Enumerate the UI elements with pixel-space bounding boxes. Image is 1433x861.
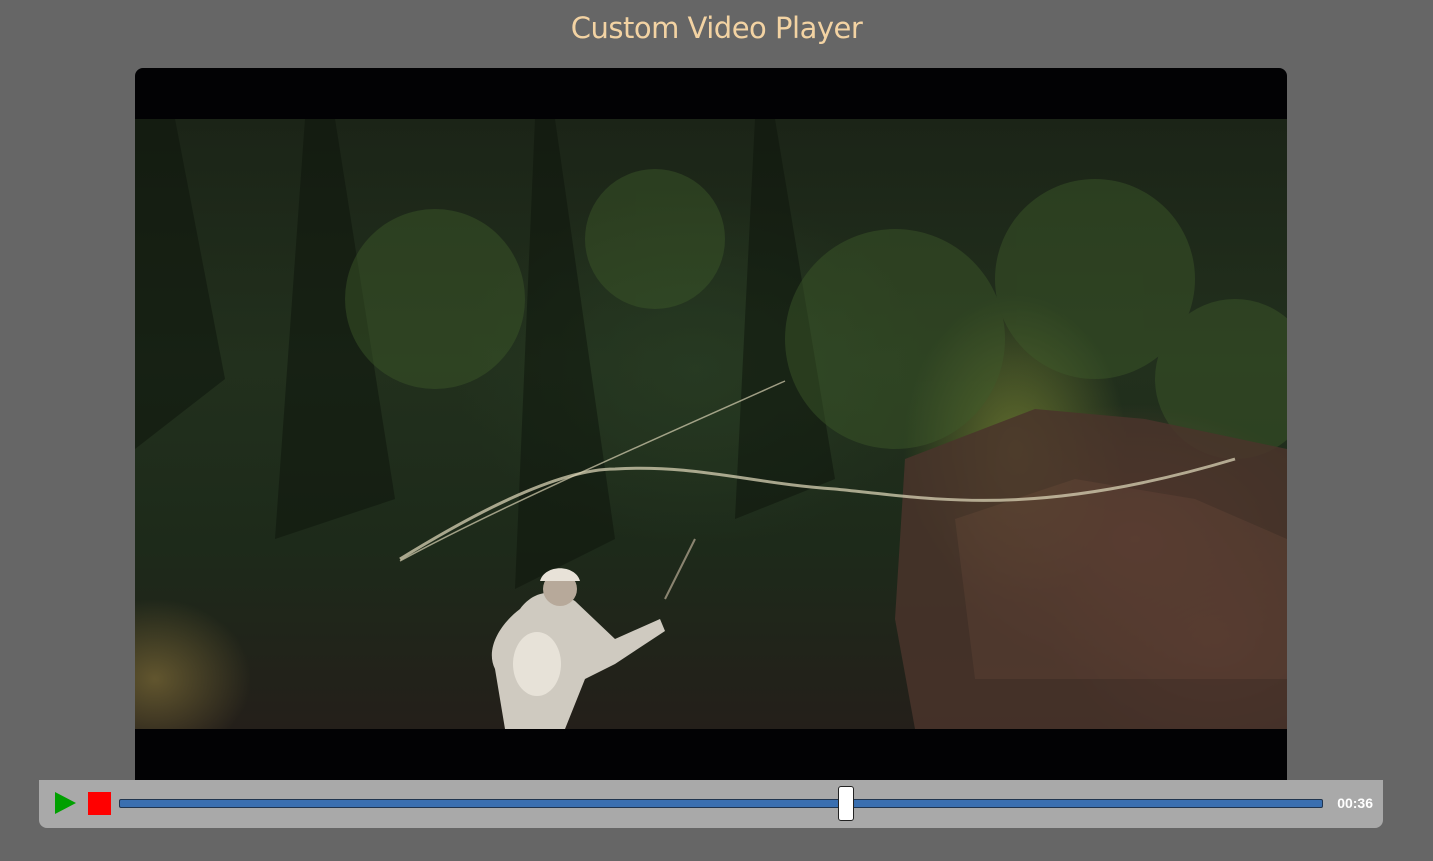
video-display[interactable]: [135, 68, 1287, 781]
time-display: 00:36: [1337, 795, 1373, 811]
page: Custom Video Player 00:36: [0, 0, 1433, 861]
progress-track[interactable]: [119, 799, 1323, 808]
video-frame-scene: [135, 119, 1287, 729]
video-frame: [135, 119, 1287, 729]
video-controls: 00:36: [39, 780, 1383, 828]
page-title: Custom Video Player: [570, 11, 863, 45]
play-icon[interactable]: [55, 792, 76, 814]
progress-slider-thumb[interactable]: [838, 786, 855, 821]
stop-icon[interactable]: [88, 792, 111, 815]
